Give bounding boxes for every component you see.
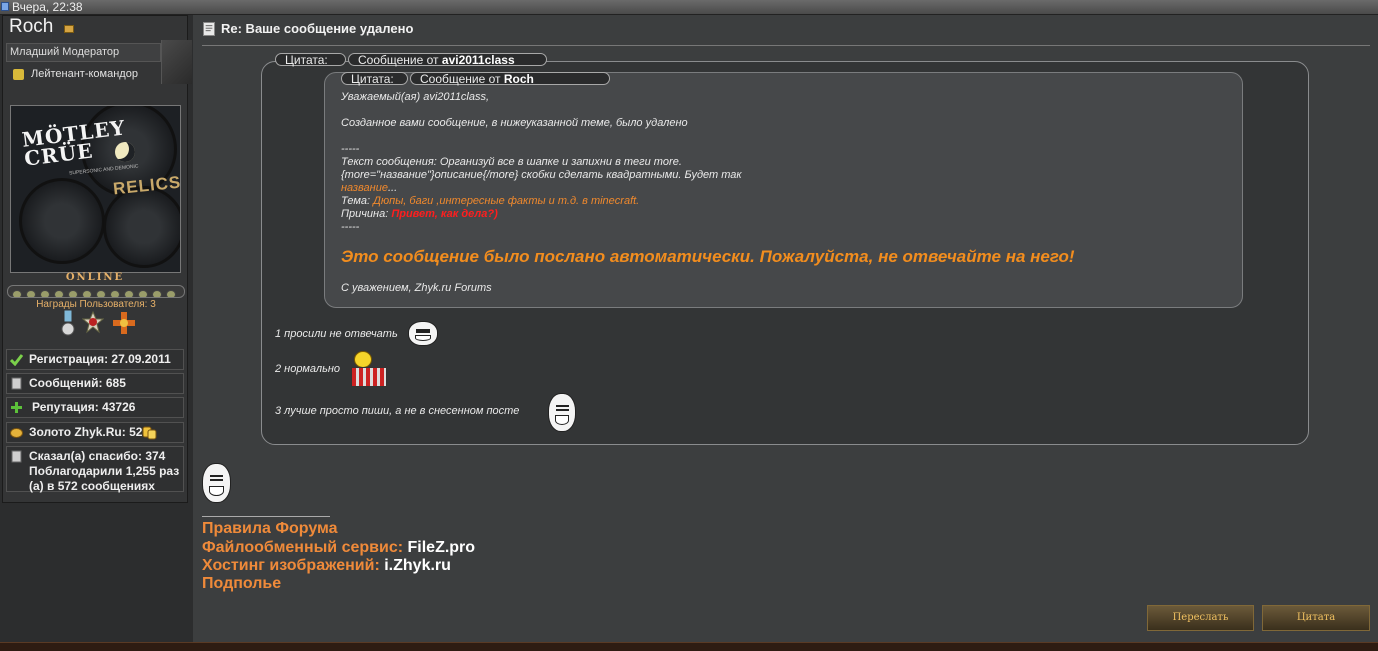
avatar-logo: MÖTLEY CRÜE [20,115,127,171]
medal-icon[interactable] [57,310,79,338]
document-icon [11,377,22,390]
post-body: Re: Ваше сообщение удалено Цитата: Сообщ… [194,15,1378,642]
stat-thanks: Сказал(а) спасибо: 374 Поблагодарили 1,2… [6,446,184,493]
gold-stack-icon [142,426,157,440]
avatar[interactable]: MÖTLEY CRÜE SUPERSONIC AND DEMONIC RELIC… [10,105,181,273]
reply-line: 3 лучше просто пиши, а не в снесенном по… [275,405,520,417]
post-date: Вчера, 22:38 [12,0,83,14]
separator: ----- [341,143,360,155]
accordion-emoticon [351,367,387,387]
stat-messages: Сообщений: 685 [6,373,184,394]
quote-label: Цитата: [341,72,408,85]
regards: С уважением, Zhyk.ru Forums [341,282,492,294]
greeting: Уважаемый(ая) avi2011class, [341,91,490,103]
post-title: Re: Ваше сообщение удалено [221,21,414,36]
rank-icon [13,69,24,80]
yao-ming-emoticon [548,393,576,432]
forward-button[interactable]: Переслать [1147,605,1254,631]
stat-gold: Золото Zhyk.Ru: 52 [6,422,184,443]
user-sidebar: Roch Младший Модератор Лейтенант-командо… [0,15,193,650]
smiley-emoticon [354,351,372,368]
decorative-gear [161,40,192,84]
message-text: Текст сообщения: Организуй все в шапке и… [341,156,682,168]
post-icon [1,2,9,11]
user-rank: Лейтенант-командор [31,68,138,80]
stat-reputation: Репутация: 43726 [6,397,184,418]
checkmark-icon [10,354,23,366]
order-cross-icon[interactable] [113,310,135,338]
username-link[interactable]: Roch [9,16,53,38]
deletion-notice: Созданное вами сообщение, в нижеуказанно… [341,117,688,129]
post-header-bar: Вчера, 22:38 [0,0,1378,15]
signature-underground[interactable]: Подполье [202,574,281,593]
topic-link[interactable]: Дюпы, баги ,интересные факты и т.д. в mi… [373,195,639,207]
user-info-panel: Roch Младший Модератор Лейтенант-командо… [2,15,192,503]
order-star-icon[interactable] [82,310,104,338]
title-divider [202,45,1370,46]
document-icon [11,450,22,463]
yao-ming-emoticon [202,463,231,503]
quote-author: Сообщение от avi2011class [348,53,547,66]
mail-icon[interactable] [64,25,74,33]
separator: ----- [341,221,360,233]
plus-icon [11,402,22,413]
quote-author: Сообщение от Roch [410,72,610,85]
auto-message-warning: Это сообщение было послано автоматически… [341,247,1075,266]
signature-divider [202,516,330,517]
post-title-icon [203,22,215,36]
message-text-2: {more="название"}описание{/more} скобки … [341,169,742,181]
trollface-emoticon [408,321,438,346]
signature-rules[interactable]: Правила Форума [202,519,338,538]
stat-registration: Регистрация: 27.09.2011 [6,349,184,370]
reply-line: 1 просили не отвечать [275,328,398,340]
online-status: ONLINE [65,272,125,283]
quote-label: Цитата: [275,53,346,66]
reply-line: 2 нормально [275,363,341,375]
signature-hosting[interactable]: Хостинг изображений: i.Zhyk.ru [202,556,451,575]
quote-author-name[interactable]: Roch [504,72,534,86]
topic-line: Тема: Дюпы, баги ,интересные факты и т.д… [341,195,640,207]
reason-text: Привет, как дела?) [391,208,498,220]
signature-fileshare[interactable]: Файлообменный сервис: FileZ.pro [202,538,475,557]
avatar-moon [115,142,135,162]
inner-quote [324,72,1243,308]
online-chain-bar [7,285,185,298]
avatar-speaker [19,178,105,264]
example-link[interactable]: название [341,182,388,194]
message-text-3: название... [341,182,398,194]
reason-line: Причина: Привет, как дела?) [341,208,498,220]
user-title: Младший Модератор [6,43,161,62]
gold-coin-icon [10,428,23,438]
quote-button[interactable]: Цитата [1262,605,1370,631]
quote-author-name[interactable]: avi2011class [442,53,515,67]
